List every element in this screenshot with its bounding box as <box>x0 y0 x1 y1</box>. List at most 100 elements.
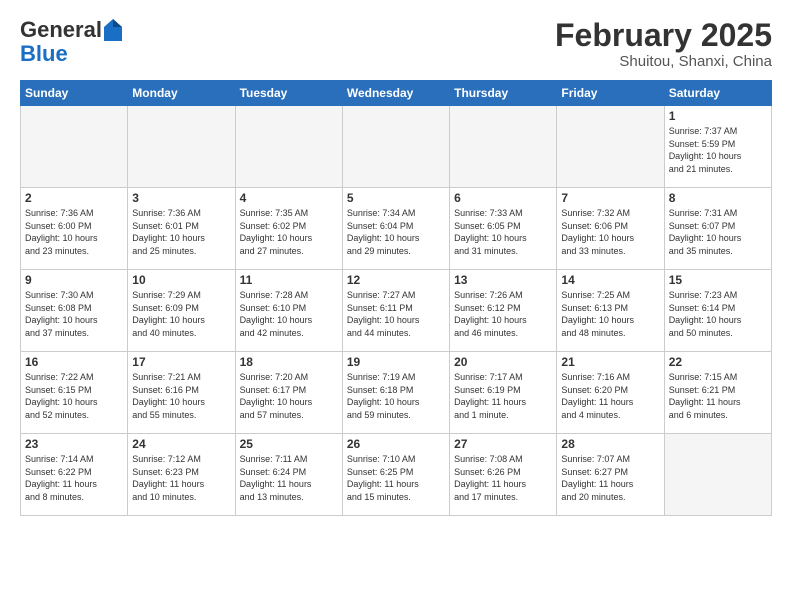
page: General Blue February 2025 Shuitou, Shan… <box>0 0 792 612</box>
day-info: Sunrise: 7:27 AMSunset: 6:11 PMDaylight:… <box>347 289 445 339</box>
table-row: 19Sunrise: 7:19 AMSunset: 6:18 PMDayligh… <box>342 352 449 434</box>
calendar-week-row: 1 Sunrise: 7:37 AMSunset: 5:59 PMDaylight… <box>21 106 772 188</box>
day-number: 2 <box>25 191 123 205</box>
day-number: 14 <box>561 273 659 287</box>
day-number: 15 <box>669 273 767 287</box>
day-number: 9 <box>25 273 123 287</box>
table-row: 2 Sunrise: 7:36 AMSunset: 6:00 PMDaylight… <box>21 188 128 270</box>
table-row <box>557 106 664 188</box>
col-thursday: Thursday <box>450 81 557 106</box>
table-row <box>21 106 128 188</box>
day-number: 22 <box>669 355 767 369</box>
day-number: 16 <box>25 355 123 369</box>
table-row: 26 Sunrise: 7:10 AMSunset: 6:25 PMDayligh… <box>342 434 449 516</box>
day-info: Sunrise: 7:37 AMSunset: 5:59 PMDaylight:… <box>669 125 767 175</box>
day-number: 20 <box>454 355 552 369</box>
day-info: Sunrise: 7:30 AMSunset: 6:08 PMDaylight:… <box>25 289 123 339</box>
day-number: 6 <box>454 191 552 205</box>
day-number: 28 <box>561 437 659 451</box>
table-row: 7 Sunrise: 7:32 AMSunset: 6:06 PMDaylight… <box>557 188 664 270</box>
col-wednesday: Wednesday <box>342 81 449 106</box>
day-info: Sunrise: 7:19 AMSunset: 6:18 PMDaylight:… <box>347 371 445 421</box>
table-row: 27 Sunrise: 7:08 AMSunset: 6:26 PMDayligh… <box>450 434 557 516</box>
col-tuesday: Tuesday <box>235 81 342 106</box>
table-row: 23 Sunrise: 7:14 AMSunset: 6:22 PMDayligh… <box>21 434 128 516</box>
table-row <box>664 434 771 516</box>
day-number: 18 <box>240 355 338 369</box>
logo-blue: Blue <box>20 41 68 66</box>
day-number: 8 <box>669 191 767 205</box>
logo-general: General <box>20 18 102 42</box>
day-info: Sunrise: 7:36 AMSunset: 6:00 PMDaylight:… <box>25 207 123 257</box>
day-info: Sunrise: 7:07 AMSunset: 6:27 PMDaylight:… <box>561 453 659 503</box>
day-number: 12 <box>347 273 445 287</box>
day-number: 3 <box>132 191 230 205</box>
day-info: Sunrise: 7:21 AMSunset: 6:16 PMDaylight:… <box>132 371 230 421</box>
table-row: 9 Sunrise: 7:30 AMSunset: 6:08 PMDaylight… <box>21 270 128 352</box>
table-row <box>235 106 342 188</box>
day-number: 23 <box>25 437 123 451</box>
day-info: Sunrise: 7:14 AMSunset: 6:22 PMDaylight:… <box>25 453 123 503</box>
table-row: 25 Sunrise: 7:11 AMSunset: 6:24 PMDayligh… <box>235 434 342 516</box>
day-number: 7 <box>561 191 659 205</box>
calendar-week-row: 23 Sunrise: 7:14 AMSunset: 6:22 PMDayligh… <box>21 434 772 516</box>
calendar-week-row: 9 Sunrise: 7:30 AMSunset: 6:08 PMDaylight… <box>21 270 772 352</box>
day-info: Sunrise: 7:35 AMSunset: 6:02 PMDaylight:… <box>240 207 338 257</box>
calendar-header-row: Sunday Monday Tuesday Wednesday Thursday… <box>21 81 772 106</box>
day-number: 5 <box>347 191 445 205</box>
table-row: 24 Sunrise: 7:12 AMSunset: 6:23 PMDayligh… <box>128 434 235 516</box>
day-info: Sunrise: 7:12 AMSunset: 6:23 PMDaylight:… <box>132 453 230 503</box>
col-friday: Friday <box>557 81 664 106</box>
day-number: 11 <box>240 273 338 287</box>
day-info: Sunrise: 7:20 AMSunset: 6:17 PMDaylight:… <box>240 371 338 421</box>
table-row: 16Sunrise: 7:22 AMSunset: 6:15 PMDayligh… <box>21 352 128 434</box>
day-number: 25 <box>240 437 338 451</box>
logo: General Blue <box>20 18 122 66</box>
calendar-week-row: 16Sunrise: 7:22 AMSunset: 6:15 PMDayligh… <box>21 352 772 434</box>
day-info: Sunrise: 7:32 AMSunset: 6:06 PMDaylight:… <box>561 207 659 257</box>
table-row: 17 Sunrise: 7:21 AMSunset: 6:16 PMDayligh… <box>128 352 235 434</box>
day-number: 13 <box>454 273 552 287</box>
day-info: Sunrise: 7:08 AMSunset: 6:26 PMDaylight:… <box>454 453 552 503</box>
day-info: Sunrise: 7:26 AMSunset: 6:12 PMDaylight:… <box>454 289 552 339</box>
table-row: 13 Sunrise: 7:26 AMSunset: 6:12 PMDayligh… <box>450 270 557 352</box>
table-row: 4 Sunrise: 7:35 AMSunset: 6:02 PMDaylight… <box>235 188 342 270</box>
calendar: Sunday Monday Tuesday Wednesday Thursday… <box>20 80 772 516</box>
table-row: 3Sunrise: 7:36 AMSunset: 6:01 PMDaylight… <box>128 188 235 270</box>
header: General Blue February 2025 Shuitou, Shan… <box>20 18 772 70</box>
day-number: 17 <box>132 355 230 369</box>
day-info: Sunrise: 7:28 AMSunset: 6:10 PMDaylight:… <box>240 289 338 339</box>
day-info: Sunrise: 7:23 AMSunset: 6:14 PMDaylight:… <box>669 289 767 339</box>
table-row: 5 Sunrise: 7:34 AMSunset: 6:04 PMDaylight… <box>342 188 449 270</box>
month-title: February 2025 <box>555 18 772 53</box>
table-row <box>342 106 449 188</box>
day-number: 27 <box>454 437 552 451</box>
logo-icon <box>104 19 122 41</box>
day-number: 21 <box>561 355 659 369</box>
table-row: 15 Sunrise: 7:23 AMSunset: 6:14 PMDayligh… <box>664 270 771 352</box>
table-row: 11 Sunrise: 7:28 AMSunset: 6:10 PMDayligh… <box>235 270 342 352</box>
table-row: 28 Sunrise: 7:07 AMSunset: 6:27 PMDayligh… <box>557 434 664 516</box>
day-number: 26 <box>347 437 445 451</box>
day-number: 10 <box>132 273 230 287</box>
day-info: Sunrise: 7:25 AMSunset: 6:13 PMDaylight:… <box>561 289 659 339</box>
day-info: Sunrise: 7:33 AMSunset: 6:05 PMDaylight:… <box>454 207 552 257</box>
day-info: Sunrise: 7:34 AMSunset: 6:04 PMDaylight:… <box>347 207 445 257</box>
table-row: 6 Sunrise: 7:33 AMSunset: 6:05 PMDaylight… <box>450 188 557 270</box>
table-row: 12 Sunrise: 7:27 AMSunset: 6:11 PMDayligh… <box>342 270 449 352</box>
table-row: 18 Sunrise: 7:20 AMSunset: 6:17 PMDayligh… <box>235 352 342 434</box>
day-number: 4 <box>240 191 338 205</box>
col-monday: Monday <box>128 81 235 106</box>
col-sunday: Sunday <box>21 81 128 106</box>
day-info: Sunrise: 7:15 AMSunset: 6:21 PMDaylight:… <box>669 371 767 421</box>
calendar-week-row: 2 Sunrise: 7:36 AMSunset: 6:00 PMDaylight… <box>21 188 772 270</box>
day-number: 1 <box>669 109 767 123</box>
table-row: 8Sunrise: 7:31 AMSunset: 6:07 PMDaylight… <box>664 188 771 270</box>
day-info: Sunrise: 7:10 AMSunset: 6:25 PMDaylight:… <box>347 453 445 503</box>
day-number: 24 <box>132 437 230 451</box>
day-info: Sunrise: 7:29 AMSunset: 6:09 PMDaylight:… <box>132 289 230 339</box>
day-info: Sunrise: 7:11 AMSunset: 6:24 PMDaylight:… <box>240 453 338 503</box>
table-row: 14 Sunrise: 7:25 AMSunset: 6:13 PMDayligh… <box>557 270 664 352</box>
table-row <box>128 106 235 188</box>
table-row: 22 Sunrise: 7:15 AMSunset: 6:21 PMDayligh… <box>664 352 771 434</box>
